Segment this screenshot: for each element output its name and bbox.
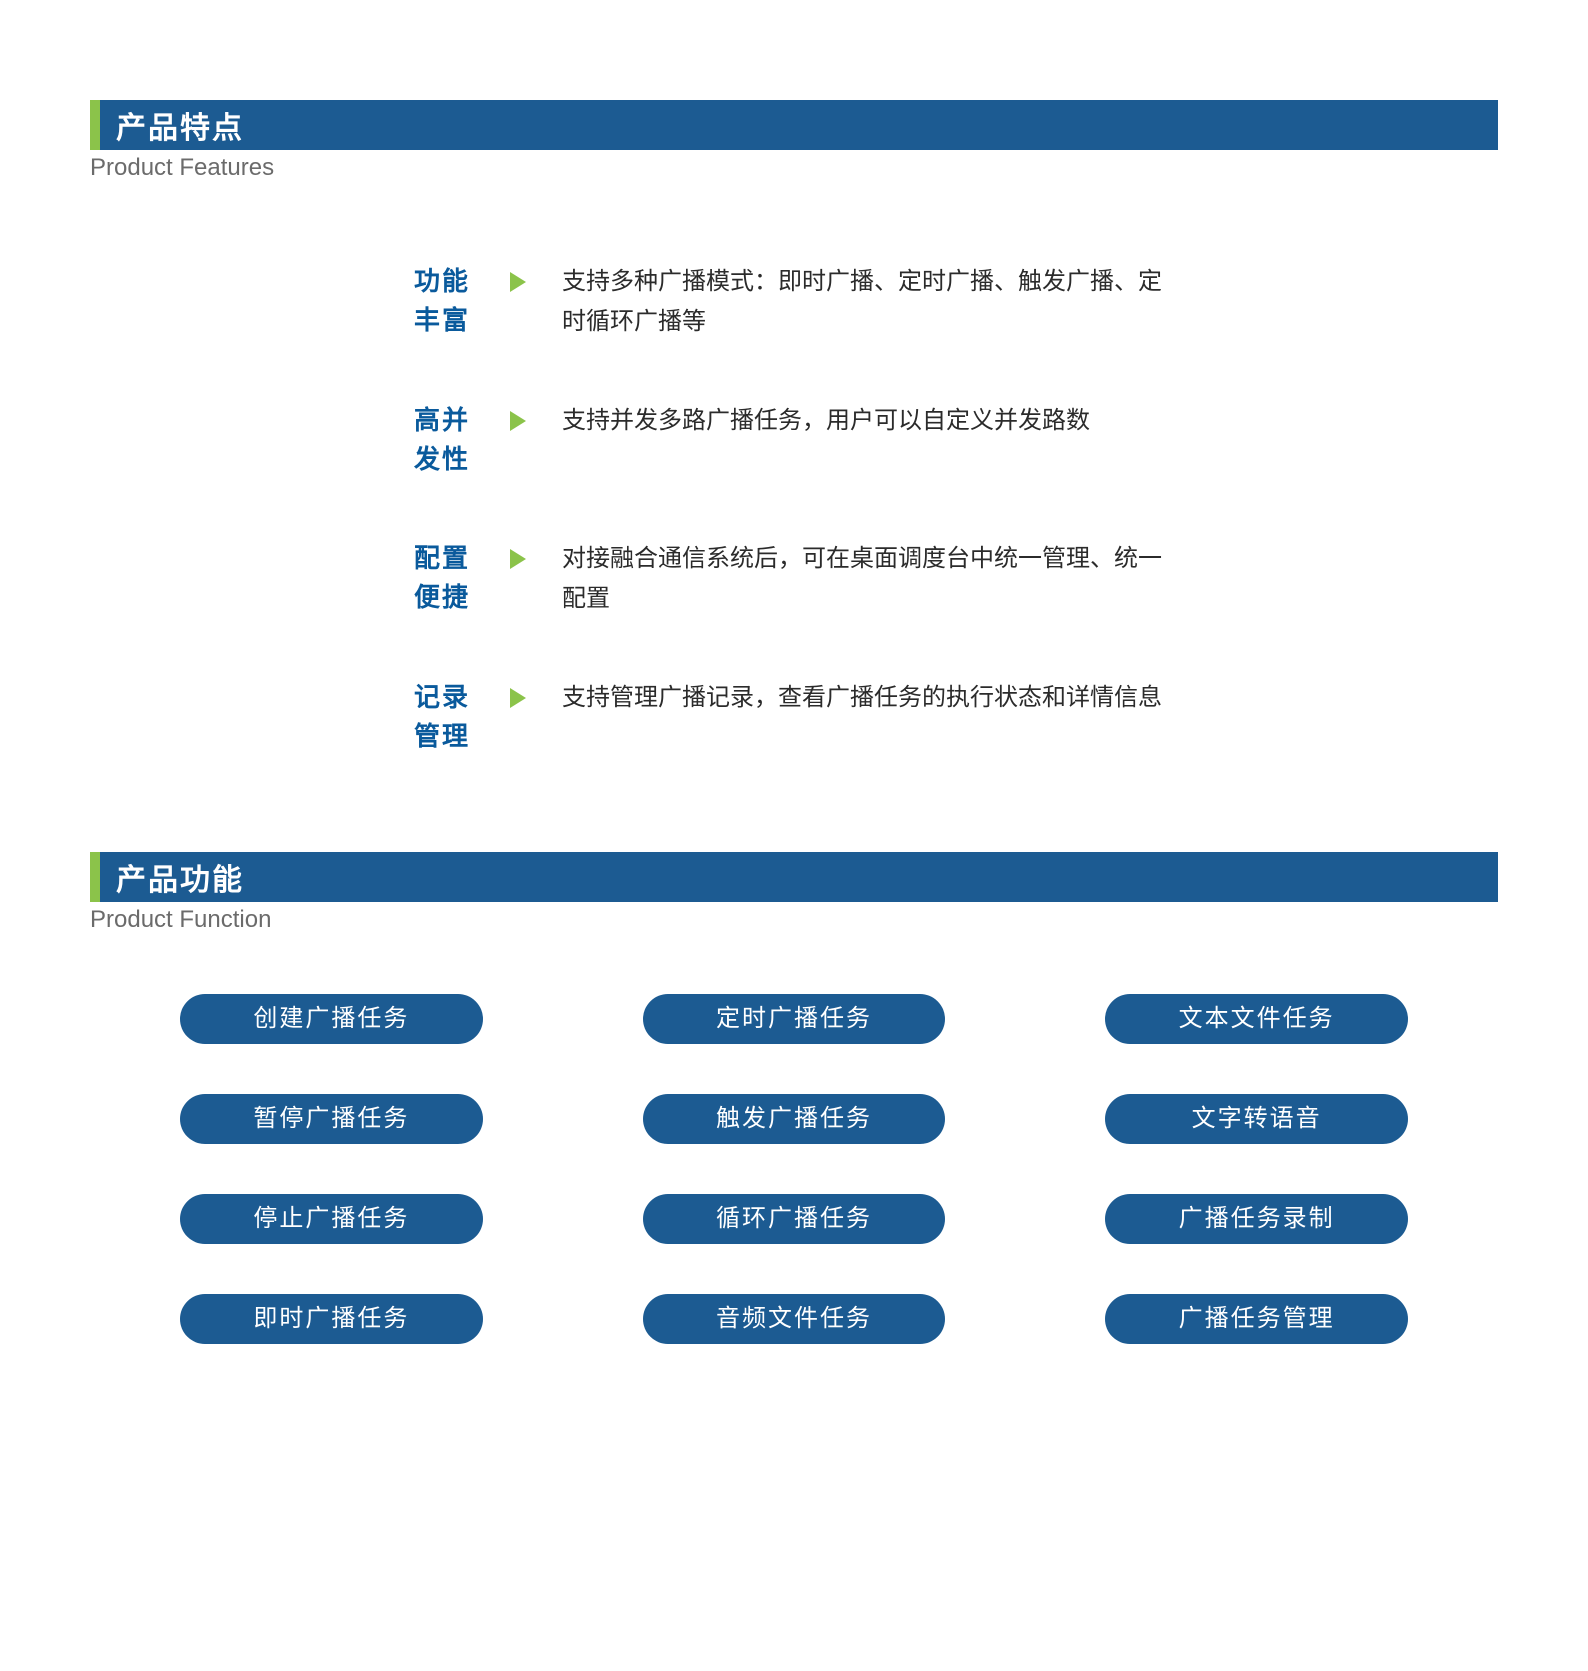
function-pill: 广播任务录制 [1105, 1194, 1408, 1244]
triangle-right-icon [510, 688, 526, 708]
functions-section-bar: 产品功能 [90, 852, 1498, 902]
triangle-right-icon [510, 272, 526, 292]
function-pill: 创建广播任务 [180, 994, 483, 1044]
function-pill: 定时广播任务 [643, 994, 946, 1044]
feature-item: 记录管理 支持管理广播记录，查看广播任务的执行状态和详情信息 [390, 678, 1318, 756]
feature-desc: 支持多种广播模式：即时广播、定时广播、触发广播、定时循环广播等 [562, 262, 1182, 341]
feature-label: 功能丰富 [390, 262, 470, 340]
feature-desc: 支持并发多路广播任务，用户可以自定义并发路数 [562, 401, 1182, 441]
triangle-right-icon [510, 549, 526, 569]
function-pill: 文字转语音 [1105, 1094, 1408, 1144]
feature-item: 功能丰富 支持多种广播模式：即时广播、定时广播、触发广播、定时循环广播等 [390, 262, 1318, 341]
triangle-right-icon [510, 411, 526, 431]
function-pill: 循环广播任务 [643, 1194, 946, 1244]
function-pill: 停止广播任务 [180, 1194, 483, 1244]
features-title-en: Product Features [90, 154, 1498, 182]
function-pill: 广播任务管理 [1105, 1294, 1408, 1344]
function-pill: 文本文件任务 [1105, 994, 1408, 1044]
features-section-header: 产品特点 Product Features [90, 100, 1498, 182]
features-title-cn: 产品特点 [116, 103, 244, 147]
features-list: 功能丰富 支持多种广播模式：即时广播、定时广播、触发广播、定时循环广播等 高并发… [90, 262, 1498, 756]
feature-label: 高并发性 [390, 401, 470, 479]
functions-title-en: Product Function [90, 906, 1498, 934]
function-pill: 音频文件任务 [643, 1294, 946, 1344]
feature-desc: 对接融合通信系统后，可在桌面调度台中统一管理、统一配置 [562, 539, 1182, 618]
feature-desc: 支持管理广播记录，查看广播任务的执行状态和详情信息 [562, 678, 1182, 718]
functions-title-cn: 产品功能 [116, 855, 244, 899]
feature-label: 记录管理 [390, 678, 470, 756]
functions-section-header: 产品功能 Product Function [90, 852, 1498, 934]
feature-item: 高并发性 支持并发多路广播任务，用户可以自定义并发路数 [390, 401, 1318, 479]
functions-grid: 创建广播任务 定时广播任务 文本文件任务 暂停广播任务 触发广播任务 文字转语音… [90, 994, 1498, 1344]
function-pill: 触发广播任务 [643, 1094, 946, 1144]
function-pill: 暂停广播任务 [180, 1094, 483, 1144]
feature-label: 配置便捷 [390, 539, 470, 617]
function-pill: 即时广播任务 [180, 1294, 483, 1344]
features-section-bar: 产品特点 [90, 100, 1498, 150]
feature-item: 配置便捷 对接融合通信系统后，可在桌面调度台中统一管理、统一配置 [390, 539, 1318, 618]
